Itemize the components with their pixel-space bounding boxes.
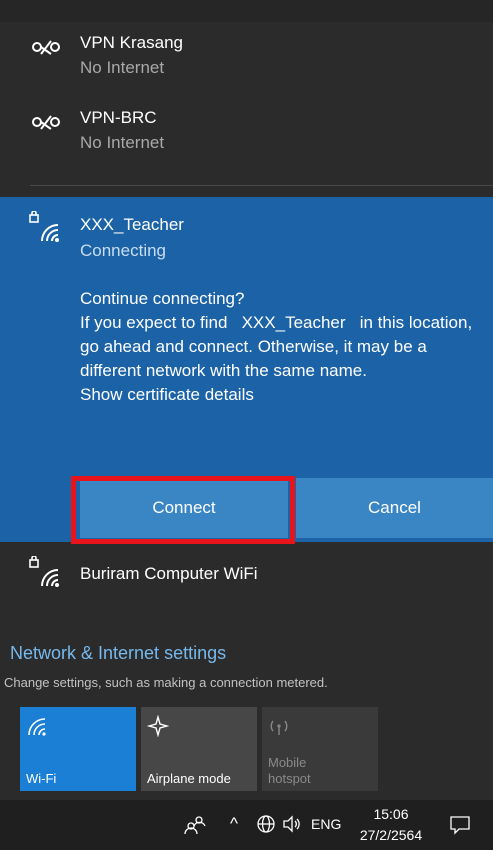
- network-status: No Internet: [80, 58, 165, 77]
- airplane-mode-tile[interactable]: Airplane mode: [141, 707, 257, 791]
- hotspot-icon: [268, 715, 290, 737]
- selected-network-name: XXX_Teacher: [80, 215, 184, 234]
- network-flyout: VPN Krasang No Internet VPN-BRC No Inter…: [0, 0, 493, 800]
- taskbar: ^ ENG 15:06 27/2/2564: [0, 800, 493, 850]
- clock-time[interactable]: 15:06: [366, 806, 416, 822]
- connect-highlight-box: [71, 476, 295, 544]
- continue-prompt: Continue connecting?: [80, 289, 245, 308]
- language-indicator[interactable]: ENG: [311, 816, 341, 832]
- wifi-icon: [26, 715, 48, 737]
- network-globe-icon[interactable]: [255, 813, 277, 840]
- network-item-vpn-brc[interactable]: VPN-BRC No Internet: [0, 95, 493, 165]
- volume-icon[interactable]: [282, 814, 302, 839]
- selected-network-status: Connecting: [80, 241, 167, 260]
- clock-date[interactable]: 27/2/2564: [355, 827, 427, 843]
- people-icon[interactable]: [183, 812, 207, 841]
- network-status: No Internet: [80, 133, 165, 152]
- vpn-icon: [28, 105, 64, 141]
- wifi-tile-label: Wi-Fi: [26, 771, 57, 786]
- vpn-icon: [28, 30, 64, 66]
- airplane-mode-label: Airplane mode: [147, 771, 231, 786]
- secured-wifi-icon: [28, 210, 64, 247]
- wifi-tile[interactable]: Wi-Fi: [20, 707, 136, 791]
- chevron-up-icon[interactable]: ^: [230, 814, 238, 834]
- top-strip: [0, 0, 493, 22]
- connect-message: Continue connecting? If you expect to fi…: [80, 287, 480, 407]
- network-settings-desc: Change settings, such as making a connec…: [4, 675, 328, 690]
- cancel-button[interactable]: Cancel: [296, 478, 493, 538]
- network-name: Buriram Computer WiFi: [80, 564, 258, 583]
- network-settings-link[interactable]: Network & Internet settings: [10, 643, 226, 664]
- airplane-icon: [146, 714, 170, 738]
- network-item-buriram[interactable]: Buriram Computer WiFi: [0, 548, 493, 604]
- action-center-icon[interactable]: [449, 814, 471, 841]
- show-certificate-link[interactable]: Show certificate details: [80, 383, 480, 407]
- divider: [30, 185, 493, 186]
- message-pre: If you expect to find: [80, 313, 228, 332]
- mobile-hotspot-label: Mobile hotspot: [268, 755, 311, 786]
- network-item-vpn-krasang[interactable]: VPN Krasang No Internet: [0, 22, 493, 92]
- message-text: If you expect to find XXX_Teacher in thi…: [80, 311, 480, 383]
- network-name: VPN Krasang: [80, 33, 183, 52]
- mobile-hotspot-tile[interactable]: Mobile hotspot: [262, 707, 378, 791]
- message-network: XXX_Teacher: [241, 313, 346, 332]
- secured-wifi-icon: [28, 555, 64, 592]
- network-name: VPN-BRC: [80, 108, 157, 127]
